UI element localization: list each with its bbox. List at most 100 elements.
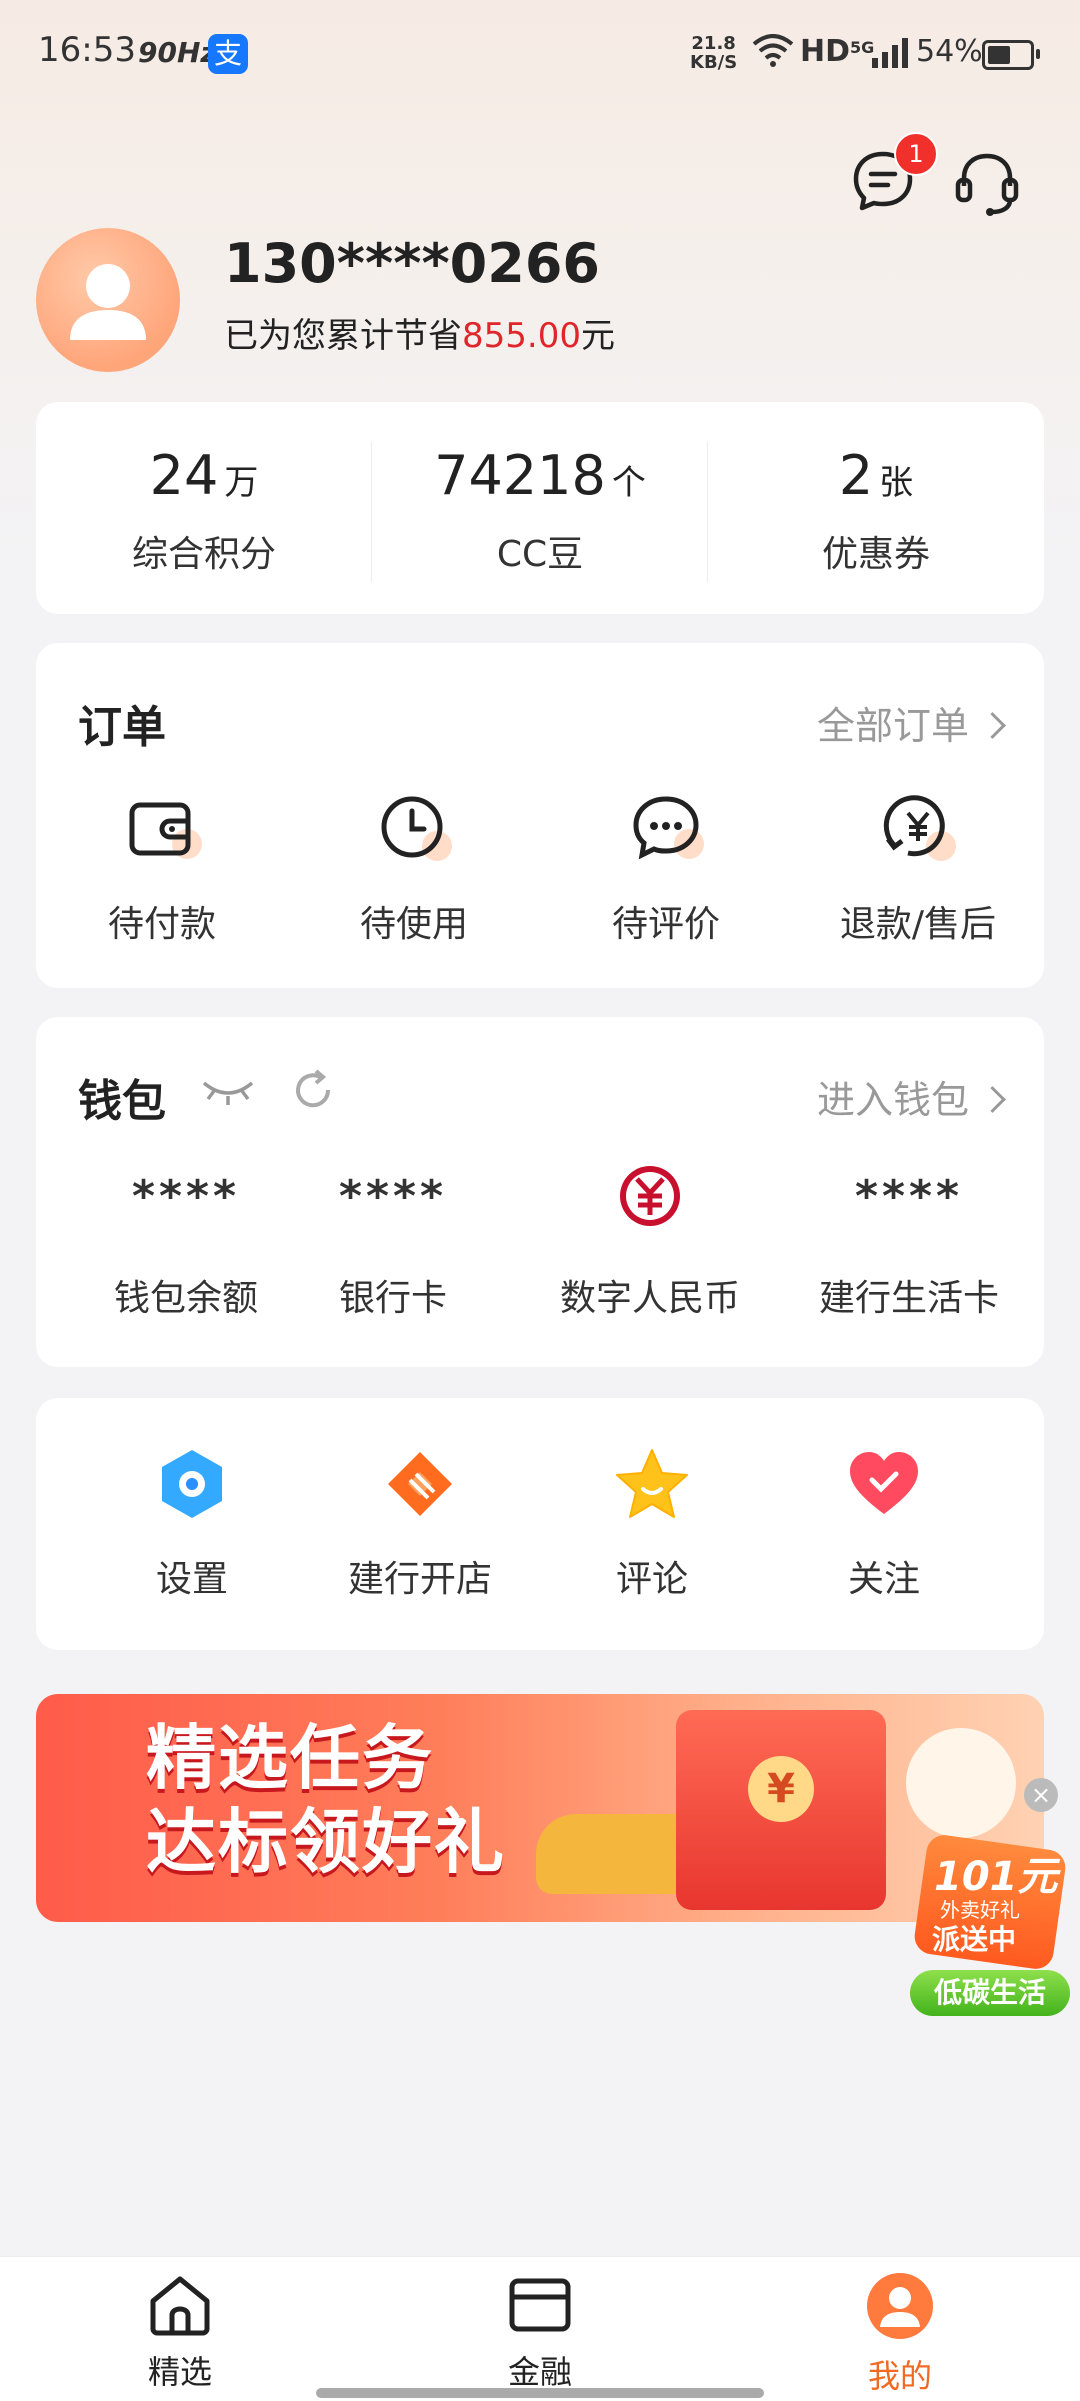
wallet-label: 数字人民币: [559, 1278, 740, 1319]
chat-bubble-icon: [626, 789, 706, 869]
tool-label: 评论: [615, 1559, 688, 1600]
banner-line1: 精选任务: [146, 1717, 434, 1799]
order-label: 待评价: [611, 904, 720, 945]
wallet-title: 钱包: [78, 1076, 166, 1127]
tool-label: 建行开店: [347, 1559, 492, 1600]
user-phone: 130****0266: [224, 232, 600, 295]
enter-wallet-label: 进入钱包: [816, 1078, 969, 1122]
tool-ccb-shop[interactable]: 建行开店: [304, 1444, 536, 1602]
network-speed-value: 21.8: [691, 33, 736, 54]
customer-service-icon[interactable]: [952, 148, 1022, 218]
tool-follow[interactable]: 关注: [768, 1444, 1000, 1602]
battery-icon: [982, 40, 1040, 70]
clock-icon: [374, 789, 454, 869]
order-to-review[interactable]: 待评价: [540, 789, 792, 947]
wallet-ccb-life-card[interactable]: **** 建行生活卡: [784, 1167, 1034, 1321]
orders-card: 订单 全部订单 待付款 待使用 待评价 退款/售后: [36, 643, 1044, 988]
order-label: 待使用: [359, 904, 468, 945]
chevron-right-icon: [979, 1086, 1006, 1113]
stat-unit: 个: [611, 463, 646, 503]
status-time: 16:53: [38, 30, 136, 70]
refresh-rate: 90Hz: [138, 36, 217, 69]
battery-percent: 54%: [916, 34, 983, 69]
avatar-person-icon: [70, 264, 146, 340]
order-pending-payment[interactable]: 待付款: [36, 789, 288, 947]
all-orders-label: 全部订单: [816, 704, 969, 748]
wallet-card: 钱包 进入钱包 **** 钱包余额 **** 银行卡 数字人民币 **** 建行…: [36, 1017, 1044, 1367]
stat-cc-beans[interactable]: 74218 个 CC豆: [372, 444, 708, 577]
eye-closed-icon[interactable]: [200, 1069, 256, 1109]
tool-label: 关注: [847, 1559, 920, 1600]
stat-value: 74218: [434, 444, 606, 507]
promo-status: 派送中: [932, 1923, 1017, 1956]
savings-suffix: 元: [580, 316, 615, 356]
floating-promo[interactable]: 101元 外卖好礼 派送中 低碳生活: [900, 1832, 1070, 2022]
stat-label: 优惠券: [821, 534, 930, 575]
refund-yuan-icon: [878, 789, 958, 869]
nav-label: 金融: [507, 2353, 572, 2391]
banner-line2: 达标领好礼: [146, 1801, 506, 1883]
all-orders-link[interactable]: 全部订单: [816, 695, 1006, 750]
tools-card: 设置 建行开店 评论 关注: [36, 1398, 1044, 1650]
wifi-icon: [752, 34, 794, 67]
banner-headline: 精选任务 达标领好礼: [146, 1716, 506, 1884]
home-indicator[interactable]: [316, 2388, 764, 2398]
order-label: 退款/售后: [839, 904, 997, 945]
orders-title: 订单: [78, 702, 166, 753]
order-refund[interactable]: 退款/售后: [792, 789, 1044, 947]
chevron-right-icon: [979, 712, 1006, 739]
heart-icon: [844, 1444, 924, 1524]
wallet-label: 钱包余额: [113, 1278, 258, 1319]
nav-finance[interactable]: 金融: [440, 2271, 640, 2393]
wallet-balance[interactable]: **** 钱包余额: [72, 1167, 300, 1321]
tool-settings[interactable]: 设置: [76, 1444, 308, 1602]
stat-value: 24: [149, 444, 219, 507]
profile-icon: [867, 2273, 933, 2339]
stat-unit: 万: [224, 463, 259, 503]
bank-card-masked: ****: [338, 1171, 448, 1222]
card-icon: [509, 2278, 571, 2332]
red-envelope-illustration: ¥: [676, 1710, 886, 1910]
coin-icon: ¥: [748, 1756, 814, 1822]
avatar[interactable]: [36, 228, 180, 372]
stat-coupons[interactable]: 2张 优惠券: [708, 444, 1044, 577]
promo-low-carbon-tag: 低碳生活: [910, 1970, 1070, 2016]
stat-points[interactable]: 24 万 综合积分: [36, 444, 372, 577]
home-icon: [150, 2276, 210, 2336]
wallet-balance-masked: ****: [131, 1171, 241, 1222]
order-to-use[interactable]: 待使用: [288, 789, 540, 947]
tool-label: 设置: [155, 1559, 228, 1600]
signal-icon: [872, 38, 908, 68]
close-icon[interactable]: ×: [1024, 1778, 1058, 1812]
wallet-icon: [122, 789, 202, 869]
status-bar: 16:53 90Hz 支 21.8 KB/S HD 5G 54%: [0, 0, 1080, 110]
wallet-label: 银行卡: [338, 1278, 447, 1319]
tool-reviews[interactable]: 评论: [536, 1444, 768, 1602]
hd-indicator: HD: [800, 34, 851, 69]
nav-mine[interactable]: 我的: [800, 2271, 1000, 2397]
savings-prefix: 已为您累计节省: [224, 316, 462, 356]
order-label: 待付款: [107, 904, 216, 945]
savings-amount: 855.00: [462, 316, 581, 356]
alipay-icon: 支: [208, 34, 248, 74]
star-icon: [612, 1444, 692, 1524]
refresh-icon[interactable]: [290, 1067, 336, 1113]
stats-card: 24 万 综合积分 74218 个 CC豆 2张 优惠券: [36, 402, 1044, 614]
wallet-digital-rmb[interactable]: 数字人民币: [500, 1166, 800, 1321]
stat-unit: 张: [879, 463, 914, 503]
mascot-illustration: [906, 1728, 1016, 1838]
stat-label: CC豆: [496, 534, 584, 575]
enter-wallet-link[interactable]: 进入钱包: [816, 1069, 1006, 1124]
shop-icon: [380, 1444, 460, 1524]
settings-hexagon-icon: [152, 1444, 232, 1524]
stat-value: 2: [838, 444, 874, 507]
digital-rmb-icon: [500, 1166, 800, 1227]
wallet-bank-card[interactable]: **** 银行卡: [298, 1167, 488, 1321]
stat-label: 综合积分: [131, 534, 276, 575]
promo-banner[interactable]: 精选任务 达标领好礼 ¥: [36, 1694, 1044, 1922]
nav-label: 我的: [867, 2357, 932, 2395]
wallet-label: 建行生活卡: [818, 1278, 999, 1319]
network-speed: 21.8 KB/S: [690, 34, 737, 72]
message-badge: 1: [894, 132, 938, 176]
nav-featured[interactable]: 精选: [80, 2271, 280, 2393]
